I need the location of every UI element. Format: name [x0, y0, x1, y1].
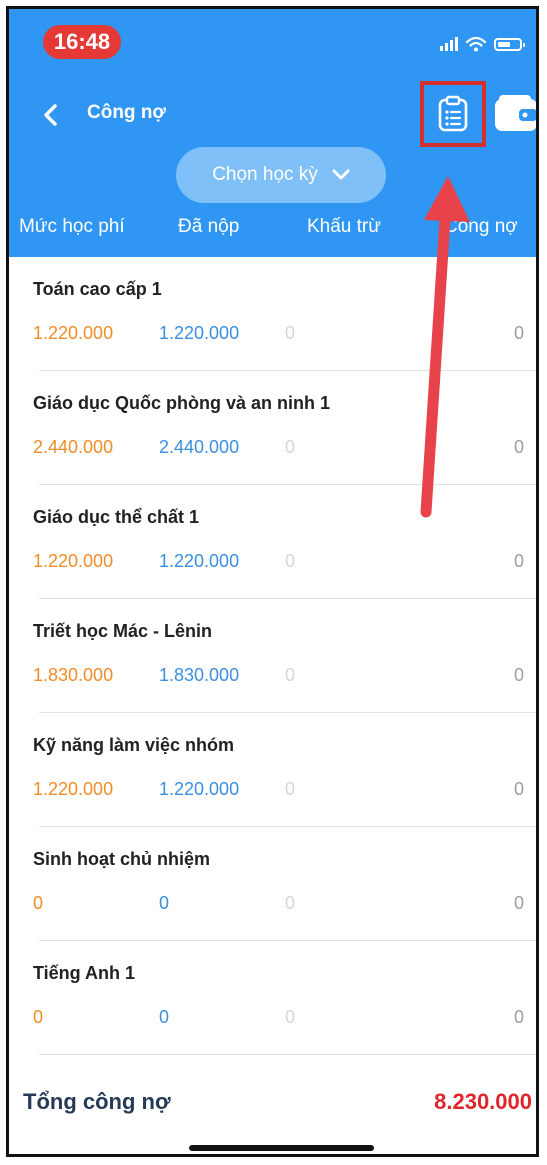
- wallet-button[interactable]: [493, 93, 536, 135]
- paid-value: 1.220.000: [159, 551, 240, 571]
- app-header: 16:48 Công nợ Chọn học kỳ Mức học phí Đã…: [9, 9, 536, 257]
- deduction-value: 0: [285, 323, 296, 343]
- fee-value: 1.220.000: [33, 323, 114, 343]
- status-time: 16:48: [43, 25, 121, 59]
- list-item[interactable]: Sinh hoạt chủ nhiệm 0 0 0 0: [9, 827, 536, 941]
- course-name: Giáo dục Quốc phòng và an ninh 1: [33, 393, 331, 413]
- paid-value: 0: [159, 1007, 170, 1027]
- course-name: Tiếng Anh 1: [33, 963, 136, 983]
- debt-value: 0: [513, 779, 524, 799]
- fee-value: 1.220.000: [33, 551, 114, 571]
- divider: [39, 1054, 536, 1055]
- debt-value: 0: [513, 893, 524, 913]
- course-name: Giáo dục thể chất 1: [33, 507, 200, 527]
- course-name: Triết học Mác - Lênin: [33, 621, 213, 641]
- paid-value: 2.440.000: [159, 437, 240, 457]
- debt-list-button[interactable]: [420, 81, 486, 147]
- clipboard-list-icon: [438, 95, 468, 132]
- paid-value: 1.220.000: [159, 779, 240, 799]
- column-header-debt: Công nợ: [444, 216, 518, 237]
- deduction-value: 0: [285, 665, 296, 685]
- list-item[interactable]: Tiếng Anh 1 0 0 0 0: [9, 941, 536, 1055]
- status-icons: [422, 31, 525, 57]
- total-value: 8.230.000: [434, 1089, 532, 1114]
- battery-icon: [494, 37, 525, 51]
- list-item[interactable]: Kỹ năng làm việc nhóm 1.220.000 1.220.00…: [9, 713, 536, 827]
- fee-value: 0: [33, 893, 44, 913]
- column-header-deduction: Khấu trừ: [307, 216, 381, 237]
- column-header-fee: Mức học phí: [19, 216, 125, 237]
- deduction-value: 0: [285, 551, 296, 571]
- phone-screen: 16:48 Công nợ Chọn học kỳ Mức học phí Đã…: [6, 6, 539, 1157]
- fee-value: 2.440.000: [33, 437, 114, 457]
- debt-value: 0: [513, 551, 524, 571]
- chevron-down-icon: [332, 169, 350, 180]
- semester-label: Chọn học kỳ: [212, 164, 318, 185]
- deduction-value: 0: [285, 1007, 296, 1027]
- fee-value: 0: [33, 1007, 44, 1027]
- list-item[interactable]: Giáo dục thể chất 1 1.220.000 1.220.000 …: [9, 485, 536, 599]
- list-item[interactable]: Giáo dục Quốc phòng và an ninh 1 2.440.0…: [9, 371, 536, 485]
- course-name: Sinh hoạt chủ nhiệm: [33, 849, 211, 869]
- wallet-icon: [495, 95, 536, 131]
- chevron-left-icon: [44, 104, 57, 126]
- fee-value: 1.220.000: [33, 779, 114, 799]
- page-title: Công nợ: [87, 102, 166, 123]
- back-button[interactable]: [31, 95, 71, 135]
- debt-value: 0: [513, 665, 524, 685]
- course-name: Kỹ năng làm việc nhóm: [33, 735, 235, 755]
- list-item[interactable]: Toán cao cấp 1 1.220.000 1.220.000 0 0: [9, 257, 536, 371]
- debt-value: 0: [513, 323, 524, 343]
- paid-value: 1.220.000: [159, 323, 240, 343]
- home-indicator: [189, 1145, 374, 1151]
- debt-value: 0: [513, 437, 524, 457]
- wifi-icon: [466, 36, 486, 52]
- debt-list: Toán cao cấp 1 1.220.000 1.220.000 0 0 G…: [9, 257, 536, 1055]
- deduction-value: 0: [285, 437, 296, 457]
- fee-value: 1.830.000: [33, 665, 114, 685]
- list-item[interactable]: Triết học Mác - Lênin 1.830.000 1.830.00…: [9, 599, 536, 713]
- paid-value: 0: [159, 893, 170, 913]
- paid-value: 1.830.000: [159, 665, 240, 685]
- total-label: Tổng công nợ: [23, 1089, 171, 1114]
- course-name: Toán cao cấp 1: [33, 279, 162, 299]
- column-header-paid: Đã nộp: [178, 216, 240, 237]
- deduction-value: 0: [285, 779, 296, 799]
- semester-dropdown[interactable]: Chọn học kỳ: [176, 147, 386, 203]
- debt-value: 0: [513, 1007, 524, 1027]
- deduction-value: 0: [285, 893, 296, 913]
- signal-icon: [440, 37, 458, 51]
- total-bar: Tổng công nợ 8.230.000: [9, 1067, 536, 1154]
